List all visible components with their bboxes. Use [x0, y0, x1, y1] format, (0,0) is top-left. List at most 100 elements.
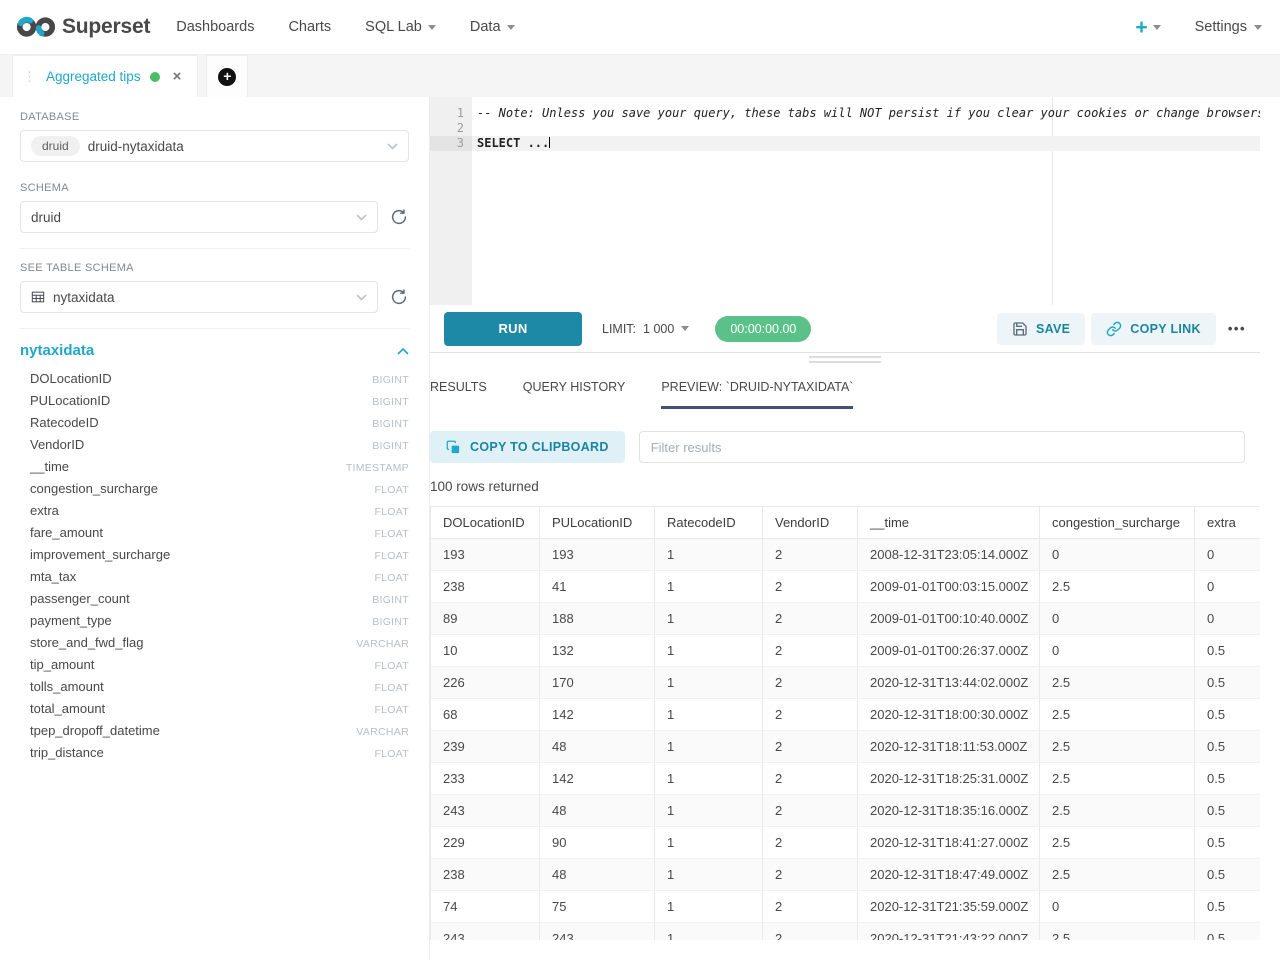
schema-column-row: fare_amount FLOAT — [20, 525, 409, 547]
limit-dropdown[interactable]: LIMIT: 1 000 — [602, 322, 689, 336]
settings-label: Settings — [1195, 19, 1247, 35]
schema-column-row: __time TIMESTAMP — [20, 459, 409, 481]
editor-line-3: 3 SELECT ... — [430, 136, 1260, 151]
result-row: 68 142 1 2 2020-12-31T18:00:30.000Z 2.5 … — [430, 699, 1260, 731]
nav-dashboards[interactable]: Dashboards — [176, 19, 254, 35]
drag-handle-icon[interactable]: ⋮ — [23, 69, 37, 85]
more-actions-button[interactable]: ••• — [1228, 321, 1246, 336]
schema-column-row: trip_distance FLOAT — [20, 745, 409, 767]
column-header[interactable]: extra — [1195, 506, 1260, 539]
result-row: 229 90 1 2 2020-12-31T18:41:27.000Z 2.5 … — [430, 827, 1260, 859]
result-row: 193 193 1 2 2008-12-31T23:05:14.000Z 0 0 — [430, 539, 1260, 571]
sql-editor[interactable]: 1 -- Note: Unless you save your query, t… — [430, 97, 1260, 305]
results-controls: COPY TO CLIPBOARD — [430, 431, 1260, 463]
result-row: 238 48 1 2 2020-12-31T18:47:49.000Z 2.5 … — [430, 859, 1260, 891]
schema-column-row: passenger_count BIGINT — [20, 591, 409, 613]
table-schema-header[interactable]: nytaxidata — [20, 342, 409, 359]
column-name: PULocationID — [30, 393, 110, 408]
schema-column-row: store_and_fwd_flag VARCHAR — [20, 635, 409, 657]
settings-menu[interactable]: Settings — [1195, 19, 1262, 35]
cell-ratecodeid: 1 — [655, 699, 763, 731]
filter-results-input[interactable] — [639, 431, 1245, 463]
query-timer-badge: 00:00:00.00 — [715, 316, 811, 342]
sql-code: SELECT ... — [472, 136, 1260, 151]
cell-time: 2020-12-31T18:00:30.000Z — [858, 699, 1040, 731]
cell-pulocationid: 193 — [540, 539, 655, 571]
top-nav: Superset Dashboards Charts SQL Lab Data … — [0, 0, 1280, 55]
sidebar-divider — [20, 328, 409, 329]
column-name: trip_distance — [30, 745, 104, 760]
database-select[interactable]: druid druid-nytaxidata — [20, 130, 409, 162]
column-type: FLOAT — [374, 748, 409, 760]
column-type: BIGINT — [372, 374, 409, 386]
schema-select[interactable]: druid — [20, 201, 378, 233]
schema-column-row: RatecodeID BIGINT — [20, 415, 409, 437]
column-header[interactable]: RatecodeID — [655, 506, 763, 539]
column-header[interactable]: DOLocationID — [430, 506, 540, 539]
cell-pulocationid: 188 — [540, 603, 655, 635]
column-name: improvement_surcharge — [30, 547, 170, 562]
cell-vendorid: 2 — [763, 635, 858, 667]
save-icon — [1012, 321, 1028, 337]
results-table-container[interactable]: DOLocationID PULocationID RatecodeID Ven… — [430, 506, 1260, 940]
cell-congestion-surcharge: 2.5 — [1040, 667, 1195, 699]
nav-sql-lab[interactable]: SQL Lab — [365, 19, 436, 35]
save-query-button[interactable]: SAVE — [997, 313, 1085, 345]
cell-extra: 0 — [1195, 539, 1260, 571]
column-name: RatecodeID — [30, 415, 99, 430]
cell-vendorid: 2 — [763, 699, 858, 731]
see-table-schema-label: SEE TABLE SCHEMA — [20, 262, 409, 274]
cell-vendorid: 2 — [763, 923, 858, 940]
schema-column-row: VendorID BIGINT — [20, 437, 409, 459]
schema-column-row: congestion_surcharge FLOAT — [20, 481, 409, 503]
refresh-icon — [390, 208, 408, 226]
new-tab-button[interactable]: + — [206, 55, 248, 97]
text-cursor — [549, 137, 550, 148]
nav-data[interactable]: Data — [470, 19, 515, 35]
copy-to-clipboard-button[interactable]: COPY TO CLIPBOARD — [430, 431, 625, 463]
chevron-down-icon — [387, 143, 398, 150]
pane-splitter[interactable] — [430, 353, 1260, 365]
cell-vendorid: 2 — [763, 827, 858, 859]
column-header[interactable]: __time — [858, 506, 1040, 539]
result-row: 243 243 1 2 2020-12-31T21:43:22.000Z 2.5… — [430, 923, 1260, 940]
line-number: 1 — [430, 106, 472, 121]
plus-icon: + — [1135, 17, 1147, 38]
copy-icon — [446, 440, 461, 455]
cell-time: 2020-12-31T18:25:31.000Z — [858, 763, 1040, 795]
tab-query-history[interactable]: QUERY HISTORY — [523, 365, 626, 409]
schema-column-row: DOLocationID BIGINT — [20, 371, 409, 393]
editor-line-1: 1 -- Note: Unless you save your query, t… — [430, 106, 1260, 121]
cell-time: 2008-12-31T23:05:14.000Z — [858, 539, 1040, 571]
copy-link-button[interactable]: COPY LINK — [1091, 313, 1216, 345]
rows-returned-text: 100 rows returned — [430, 479, 1260, 494]
cell-vendorid: 2 — [763, 891, 858, 923]
nav-charts[interactable]: Charts — [288, 19, 331, 35]
tab-aggregated-tips[interactable]: ⋮ Aggregated tips × — [12, 55, 198, 97]
column-header[interactable]: congestion_surcharge — [1040, 506, 1195, 539]
column-header[interactable]: VendorID — [763, 506, 858, 539]
superset-logo[interactable]: Superset — [16, 13, 150, 41]
quick-add-button[interactable]: + — [1135, 17, 1160, 38]
refresh-table-button[interactable] — [389, 287, 409, 307]
column-type: BIGINT — [372, 440, 409, 452]
refresh-schema-button[interactable] — [389, 207, 409, 227]
cell-time: 2020-12-31T21:35:59.000Z — [858, 891, 1040, 923]
result-row: 233 142 1 2 2020-12-31T18:25:31.000Z 2.5… — [430, 763, 1260, 795]
close-tab-icon[interactable]: × — [173, 68, 182, 85]
cell-ratecodeid: 1 — [655, 731, 763, 763]
run-query-button[interactable]: RUN — [444, 312, 582, 346]
cell-congestion-surcharge: 2.5 — [1040, 731, 1195, 763]
chevron-down-icon — [356, 294, 367, 301]
cell-dolocationid: 233 — [430, 763, 540, 795]
cell-time: 2020-12-31T13:44:02.000Z — [858, 667, 1040, 699]
cell-congestion-surcharge: 0 — [1040, 891, 1195, 923]
chevron-up-icon[interactable] — [397, 347, 409, 355]
cell-ratecodeid: 1 — [655, 667, 763, 699]
column-header[interactable]: PULocationID — [540, 506, 655, 539]
results-tabstrip: RESULTS QUERY HISTORY PREVIEW: `DRUID-NY… — [430, 365, 1260, 409]
tab-preview-druid-nytaxidata[interactable]: PREVIEW: `DRUID-NYTAXIDATA` — [661, 365, 853, 409]
table-select[interactable]: nytaxidata — [20, 281, 378, 313]
tab-results[interactable]: RESULTS — [430, 365, 487, 409]
results-table: DOLocationID PULocationID RatecodeID Ven… — [430, 506, 1260, 940]
